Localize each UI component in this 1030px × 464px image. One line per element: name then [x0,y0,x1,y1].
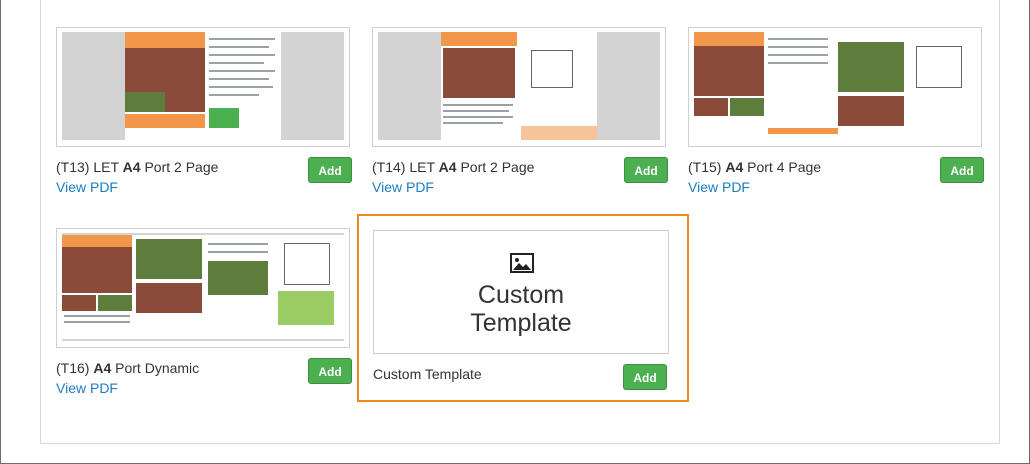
add-button[interactable]: Add [623,364,667,390]
template-thumbnail[interactable] [372,27,666,147]
add-button[interactable]: Add [308,157,352,183]
view-pdf-link[interactable]: View PDF [688,179,750,195]
view-pdf-link[interactable]: View PDF [56,179,118,195]
view-pdf-link[interactable]: View PDF [56,380,118,396]
template-caption: (T15) A4 Port 4 Page [688,159,822,175]
add-button[interactable]: Add [308,358,352,384]
template-thumbnail[interactable] [688,27,982,147]
custom-template-title: Custom Template [470,281,572,337]
template-caption: Custom Template [373,366,482,382]
template-thumbnail[interactable] [56,228,350,348]
view-pdf-link[interactable]: View PDF [372,179,434,195]
add-button[interactable]: Add [624,157,668,183]
image-icon [510,253,534,273]
template-caption: (T16) A4 Port Dynamic [56,360,200,376]
custom-template-card[interactable]: Custom Template Custom Template Add [357,214,689,402]
template-caption: (T13) LET A4 Port 2 Page [56,159,219,175]
add-button[interactable]: Add [940,157,984,183]
custom-template-thumbnail[interactable]: Custom Template [373,230,669,354]
template-thumbnail[interactable] [56,27,350,147]
template-caption: (T14) LET A4 Port 2 Page [372,159,535,175]
